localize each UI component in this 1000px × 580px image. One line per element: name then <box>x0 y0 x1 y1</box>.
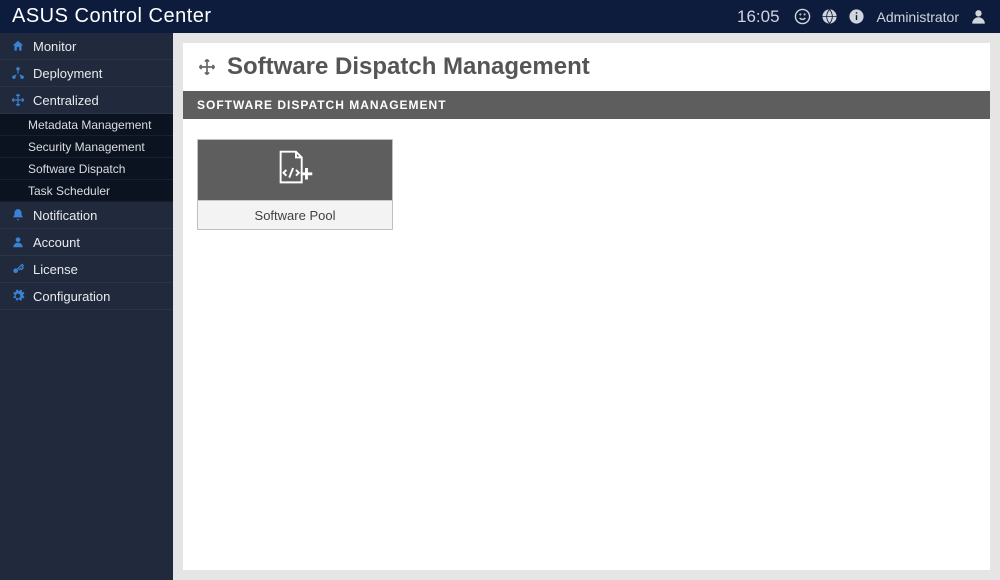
sidebar-subitem-security-management[interactable]: Security Management <box>0 136 173 158</box>
main: Software Dispatch Management SOFTWARE DI… <box>173 33 1000 580</box>
page-title: Software Dispatch Management <box>227 53 590 81</box>
smile-icon[interactable] <box>794 8 811 25</box>
sidebar-item-label: Configuration <box>33 289 110 304</box>
software-pool-card[interactable]: Software Pool <box>197 139 393 230</box>
card-label: Software Pool <box>198 200 392 229</box>
sidebar-subitem-task-scheduler[interactable]: Task Scheduler <box>0 180 173 202</box>
person-icon <box>10 235 25 249</box>
sidebar-item-label: Centralized <box>33 93 99 108</box>
sidebar-subitem-label: Task Scheduler <box>28 184 110 198</box>
sidebar-subitem-label: Metadata Management <box>28 118 151 132</box>
bell-icon <box>10 208 25 222</box>
user-icon[interactable] <box>969 7 988 26</box>
sidebar-item-label: Deployment <box>33 66 102 81</box>
sidebar-item-configuration[interactable]: Configuration <box>0 283 173 310</box>
sidebar-item-label: License <box>33 262 78 277</box>
sidebar-item-notification[interactable]: Notification <box>0 202 173 229</box>
info-icon[interactable] <box>848 8 865 25</box>
section-bar: SOFTWARE DISPATCH MANAGEMENT <box>183 91 990 119</box>
home-icon <box>10 39 25 53</box>
network-icon <box>10 66 25 80</box>
app-title: ASUS Control Center <box>12 5 212 28</box>
clock: 16:05 <box>737 7 780 27</box>
content-area: Software Pool <box>183 119 990 250</box>
sidebar-subitem-label: Security Management <box>28 140 145 154</box>
code-file-plus-icon <box>272 148 318 193</box>
key-icon <box>10 262 25 276</box>
sidebar-item-license[interactable]: License <box>0 256 173 283</box>
move-icon <box>197 57 217 77</box>
topbar-right: 16:05 Administrator <box>737 7 988 27</box>
topbar: ASUS Control Center 16:05 Administrator <box>0 0 1000 33</box>
card-top <box>198 140 392 200</box>
layout: Monitor Deployment Centralized Metadata … <box>0 33 1000 580</box>
gear-icon <box>10 289 25 303</box>
sidebar-item-label: Monitor <box>33 39 76 54</box>
sidebar-subitem-software-dispatch[interactable]: Software Dispatch <box>0 158 173 180</box>
move-icon <box>10 93 25 107</box>
sidebar-item-deployment[interactable]: Deployment <box>0 60 173 87</box>
sidebar-subitem-label: Software Dispatch <box>28 162 125 176</box>
page: Software Dispatch Management SOFTWARE DI… <box>183 43 990 570</box>
user-label[interactable]: Administrator <box>877 9 959 25</box>
sidebar: Monitor Deployment Centralized Metadata … <box>0 33 173 580</box>
globe-icon[interactable] <box>821 8 838 25</box>
sidebar-item-label: Account <box>33 235 80 250</box>
sidebar-subitem-metadata-management[interactable]: Metadata Management <box>0 114 173 136</box>
sidebar-item-account[interactable]: Account <box>0 229 173 256</box>
sidebar-item-label: Notification <box>33 208 97 223</box>
sidebar-item-centralized[interactable]: Centralized <box>0 87 173 114</box>
page-header: Software Dispatch Management <box>183 43 990 91</box>
sidebar-item-monitor[interactable]: Monitor <box>0 33 173 60</box>
